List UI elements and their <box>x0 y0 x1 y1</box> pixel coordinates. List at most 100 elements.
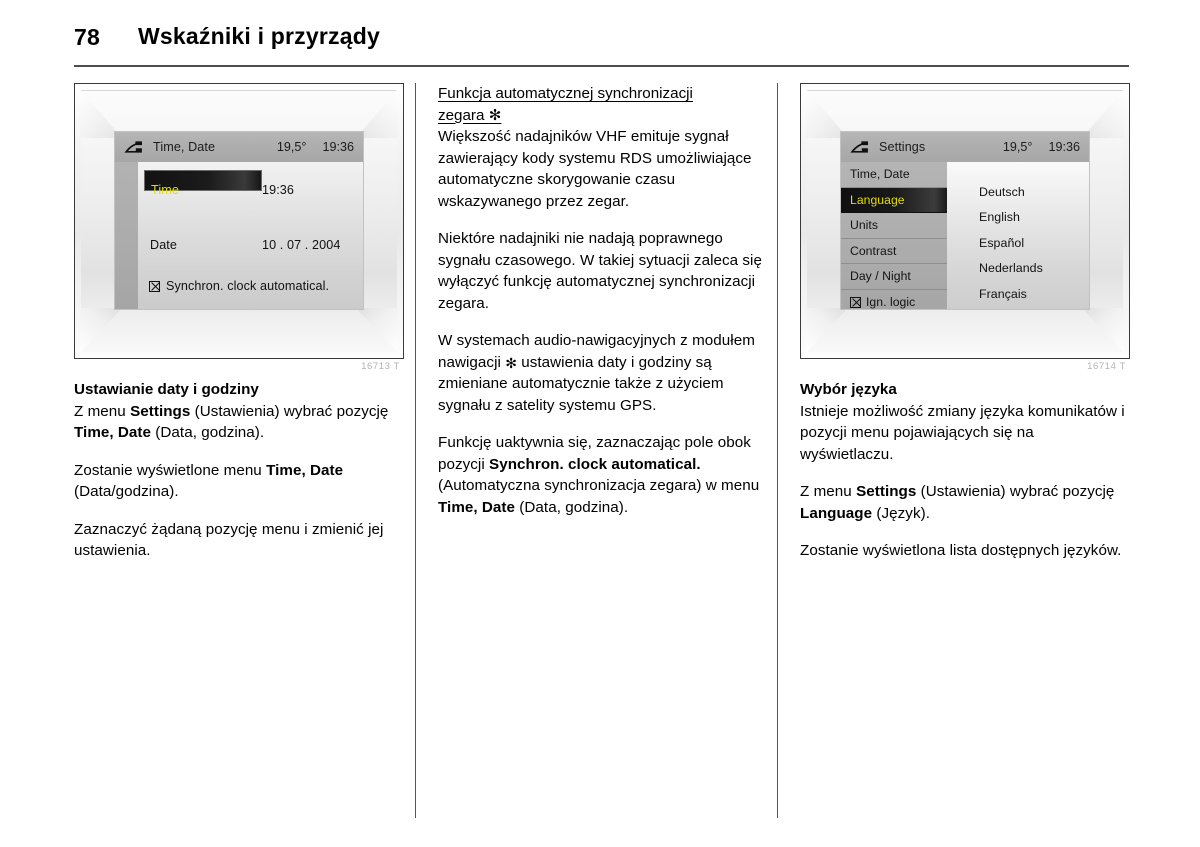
menu-item-ign-logic[interactable]: Ign. logic <box>841 290 947 309</box>
synchron-clock-checkbox-row[interactable]: Synchron. clock automatical. <box>138 279 329 293</box>
screen-temperature: 19,5° <box>276 140 307 154</box>
checkbox-label: Synchron. clock automatical. <box>166 279 330 293</box>
emphasis-text: Time, Date <box>266 461 344 479</box>
emphasis-text: Language <box>800 504 873 522</box>
snowflake-symbol-icon: ✻ <box>488 106 502 124</box>
page-number: 78 <box>74 24 100 50</box>
paragraph: Z menu Settings (Ustawienia) wybrać pozy… <box>74 401 404 444</box>
figure-code: 16714 T <box>1087 361 1126 372</box>
page-header: 78 Wskaźniki i przyrządy <box>0 0 1200 67</box>
snowflake-symbol-icon: ✻ <box>505 354 517 371</box>
emphasis-text: Settings <box>130 402 191 420</box>
emphasis-text: Time, Date <box>438 498 516 516</box>
screen-side-rail <box>115 162 138 309</box>
menu-item-time-date[interactable]: Time, Date <box>841 162 947 188</box>
language-option-francais[interactable]: Français <box>947 281 1089 307</box>
body-text: (Język). <box>872 504 930 522</box>
section-heading-auto-sync: Funkcja automatycznej synchronizacji zeg… <box>438 83 763 126</box>
menu-row-date[interactable]: Date 10 . 07 . 2004 <box>138 217 363 272</box>
screen-body: Time, Date Language Units Contrast Day /… <box>841 162 1089 309</box>
menu-item-label: Language <box>850 192 905 207</box>
body-text: (Automatyczna synchronizacja zegara) w m… <box>438 477 760 494</box>
body-text: Z menu <box>800 483 857 500</box>
screen-title: Settings <box>879 140 926 154</box>
body-text: (Ustawienia) wybrać pozycję <box>916 483 1115 500</box>
time-date-display-figure: Time, Date 19,5° 19:36 Time 19:36 Date 1… <box>74 83 404 372</box>
body-text: Niektóre nadajniki nie nadają poprawnego… <box>438 230 762 312</box>
settings-wrench-icon <box>122 139 144 155</box>
language-option-english[interactable]: English <box>947 205 1089 231</box>
heading-line-1: Funkcja automatycznej synchronizacji <box>438 85 693 102</box>
paragraph: Większość nadajników VHF emituje sygnał … <box>438 126 763 212</box>
body-text: Istnieje możliwość zmiany języka komunik… <box>800 402 1125 463</box>
body-text: Zostanie wyświetlone menu <box>74 461 267 479</box>
paragraph: Z menu Settings (Ustawienia) wybrać pozy… <box>800 481 1130 524</box>
settings-screen: Settings 19,5° 19:36 Time, Date Language… <box>841 132 1089 309</box>
screen-clock: 19:36 <box>1048 140 1080 154</box>
section-heading-language: Wybór języka <box>800 381 897 398</box>
menu-item-label: Time, Date <box>850 167 910 182</box>
left-column: Time, Date 19,5° 19:36 Time 19:36 Date 1… <box>74 83 404 562</box>
menu-item-label: Day / Night <box>850 269 911 284</box>
right-column: Settings 19,5° 19:36 Time, Date Language… <box>800 83 1130 562</box>
body-text: Zostanie wyświetlona lista dostępnych ję… <box>800 542 1122 559</box>
body-text: (Data, godzina). <box>151 424 265 441</box>
language-option-nederlands[interactable]: Nederlands <box>947 256 1089 282</box>
menu-row-label: Date <box>150 237 178 252</box>
column-separator-right <box>777 83 778 818</box>
screen-header-bar: Settings 19,5° 19:36 <box>841 132 1089 162</box>
menu-item-label: Contrast <box>850 243 897 258</box>
emphasis-text: Synchron. clock automatical. <box>489 455 701 473</box>
settings-menu-list: Time, Date Language Units Contrast Day /… <box>841 162 947 309</box>
language-label: English <box>979 210 1020 225</box>
menu-item-day-night[interactable]: Day / Night <box>841 264 947 290</box>
header-divider <box>74 65 1129 67</box>
settings-wrench-icon <box>848 139 870 155</box>
menu-row-value: 19:36 <box>262 182 295 197</box>
language-label: Español <box>979 235 1025 250</box>
checkbox-checked-icon[interactable] <box>149 280 160 292</box>
section-heading-date-time: Ustawianie daty i godziny <box>74 381 259 398</box>
language-label: Nederlands <box>979 261 1043 276</box>
body-text: (Ustawienia) wybrać pozycję <box>190 402 389 420</box>
language-label: Deutsch <box>979 184 1025 199</box>
paragraph: Zaznaczyć żądaną pozycję menu i zmienić … <box>74 519 404 562</box>
time-date-screen: Time, Date 19,5° 19:36 Time 19:36 Date 1… <box>115 132 363 309</box>
language-label: Français <box>979 286 1027 301</box>
menu-row-label: Time <box>151 182 179 197</box>
body-text: Większość nadajników VHF emituje sygnał … <box>438 128 752 210</box>
menu-item-label: Units <box>850 218 879 233</box>
screen-temperature: 19,5° <box>1002 140 1033 154</box>
screen-body: Time 19:36 Date 10 . 07 . 2004 Synchron.… <box>115 162 363 309</box>
emphasis-text: Settings <box>856 483 917 500</box>
paragraph: Zostanie wyświetlona lista dostępnych ję… <box>800 540 1130 562</box>
menu-row-value: 10 . 07 . 2004 <box>262 237 341 252</box>
language-option-espanol[interactable]: Español <box>947 230 1089 256</box>
middle-column: Funkcja automatycznej synchronizacji zeg… <box>438 83 763 518</box>
paragraph: Niektóre nadajniki nie nadają poprawnego… <box>438 228 763 314</box>
figure-code: 16713 T <box>361 361 400 372</box>
body-text: Zaznaczyć żądaną pozycję menu i zmienić … <box>74 520 384 560</box>
menu-item-label: Ign. logic <box>866 295 916 309</box>
screen-title: Time, Date <box>153 140 216 154</box>
screen-clock: 19:36 <box>322 140 354 154</box>
body-text: (Data, godzina). <box>515 498 629 516</box>
body-text: (Data/godzina). <box>74 483 179 500</box>
emphasis-text: Time, Date <box>74 424 152 441</box>
heading-line-2: zegara <box>438 106 485 124</box>
paragraph: Istnieje możliwość zmiany języka komunik… <box>800 401 1130 466</box>
language-option-deutsch[interactable]: Deutsch <box>947 179 1089 205</box>
menu-item-contrast[interactable]: Contrast <box>841 239 947 264</box>
menu-item-language[interactable]: Language <box>841 187 947 213</box>
paragraph: Zostanie wyświetlone menu Time, Date (Da… <box>74 460 404 503</box>
screen-header-bar: Time, Date 19,5° 19:36 <box>115 132 363 162</box>
menu-row-time[interactable]: Time 19:36 <box>138 162 363 217</box>
column-separator-left <box>415 83 416 818</box>
language-list: Deutsch English Español Nederlands Franç… <box>947 162 1089 309</box>
screen-content: Time 19:36 Date 10 . 07 . 2004 Synchron.… <box>138 162 363 309</box>
menu-item-units[interactable]: Units <box>841 213 947 239</box>
paragraph: W systemach audio-nawigacyjnych z modułe… <box>438 330 763 416</box>
checkbox-checked-icon[interactable] <box>850 296 861 308</box>
page-title: Wskaźniki i przyrządy <box>138 23 380 49</box>
body-text: Z menu <box>74 402 131 420</box>
